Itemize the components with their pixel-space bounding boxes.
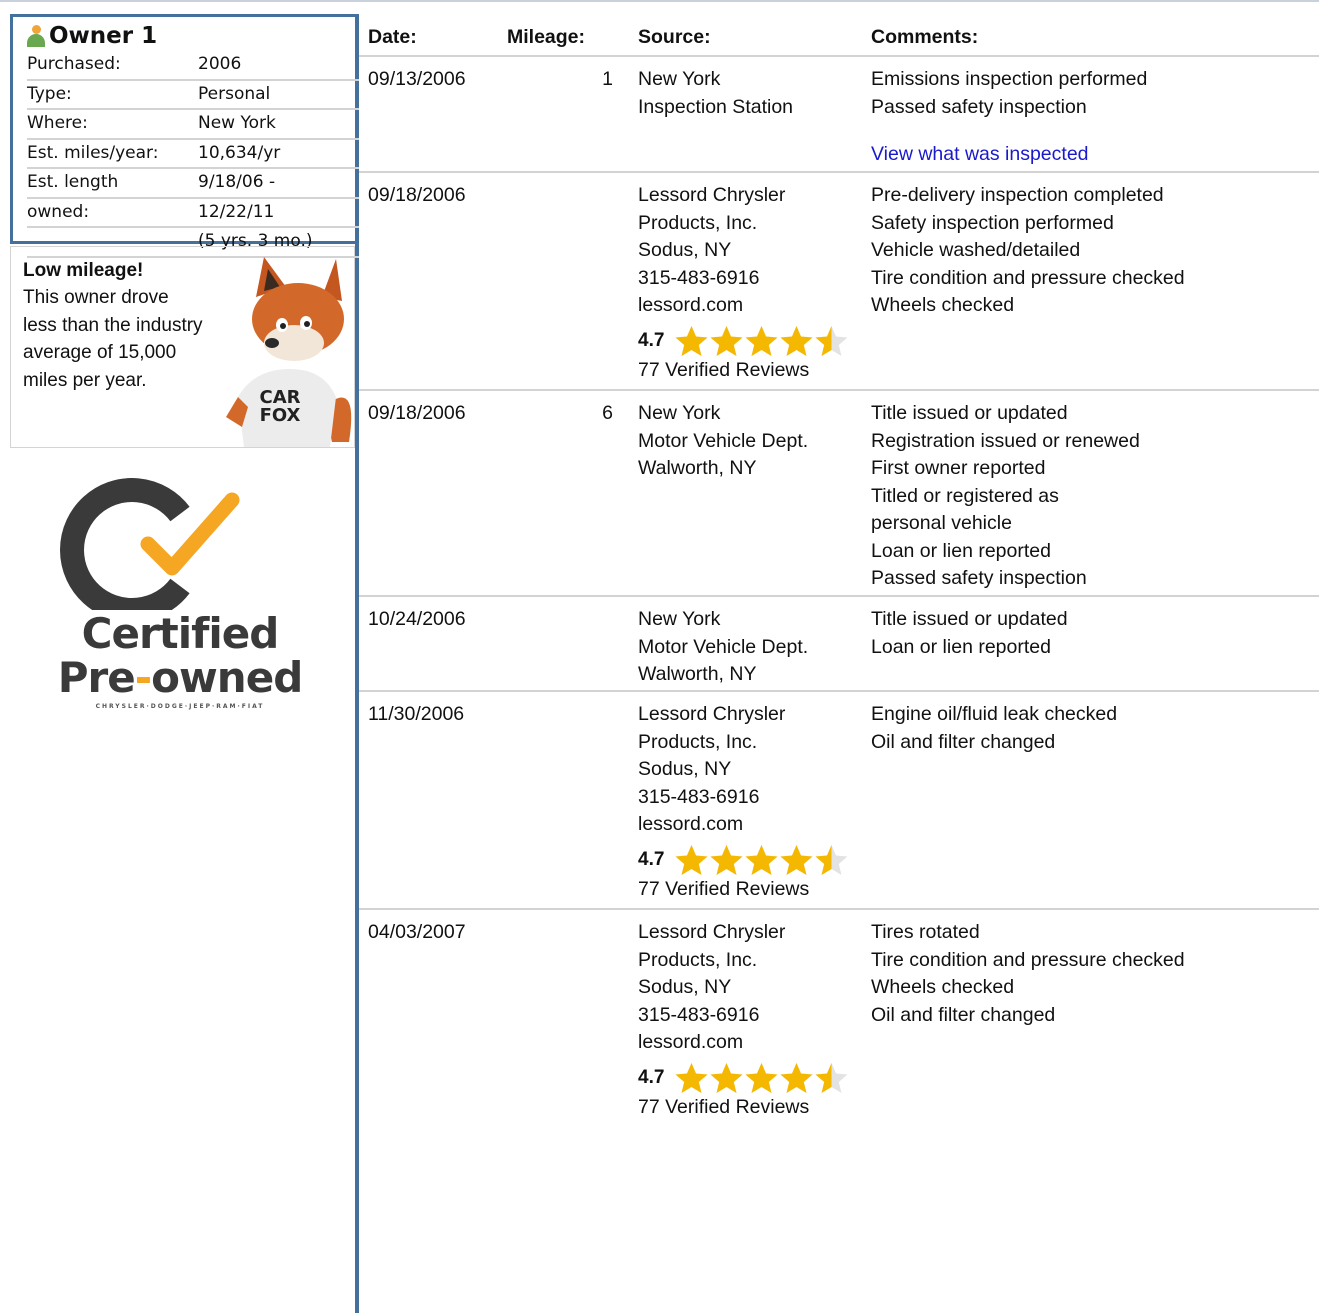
row-comments: Emissions inspection performed Passed sa… [871, 66, 1311, 169]
top-divider [0, 0, 1319, 5]
carfox-shirt-text-2: FOX [260, 405, 301, 426]
row-source: Lessord Chrysler Products, Inc. Sodus, N… [638, 182, 858, 382]
owner-info-row: Est. length 9/18/06 - [27, 169, 359, 199]
star-icon [675, 844, 708, 875]
person-icon [25, 25, 47, 47]
row-date: 11/30/2006 [368, 703, 465, 725]
table-header: Date: Mileage: Source: Comments: [359, 14, 1319, 57]
row-date: 09/18/2006 [368, 184, 466, 206]
owner-title: Owner 1 [49, 23, 158, 49]
dealer-website-link[interactable]: lessord.com [638, 292, 858, 320]
cpo-brands: CHRYSLER·DODGE·JEEP·RAM·FIAT [95, 703, 265, 710]
verified-reviews-link[interactable]: 77 Verified Reviews [638, 358, 858, 382]
dealer-website-link[interactable]: lessord.com [638, 1029, 858, 1057]
row-source: New York Motor Vehicle Dept. Walworth, N… [638, 402, 809, 479]
owner-info-row: Type: Personal [27, 81, 359, 110]
star-icon [710, 1062, 743, 1093]
header-date: Date: [368, 26, 417, 48]
row-comments: Pre-delivery inspection completed Safety… [871, 184, 1185, 316]
owner-summary: Owner 1 Purchased: 2006 Type: Personal Whe… [10, 14, 359, 258]
rating-score: 4.7 [638, 329, 665, 351]
row-comments: Engine oil/fluid leak checked Oil and fi… [871, 703, 1118, 753]
rating-score: 4.7 [638, 848, 665, 870]
header-source: Source: [638, 26, 711, 48]
certified-check-icon [60, 478, 240, 610]
table-row: 11/30/2006 Lessord Chrysler Products, In… [359, 692, 1319, 910]
star-icon [745, 325, 778, 356]
table-row: 10/24/2006 New York Motor Vehicle Dept. … [359, 597, 1319, 692]
row-mileage: 6 [602, 402, 613, 424]
row-date: 04/03/2007 [368, 921, 466, 943]
row-comments: Title issued or updated Loan or lien rep… [871, 608, 1068, 658]
table-row: 09/18/2006 Lessord Chrysler Products, In… [359, 173, 1319, 391]
star-icon [745, 1062, 778, 1093]
rating-stars [674, 1062, 849, 1094]
low-mileage-callout: Low mileage! This owner drove less than … [10, 246, 355, 448]
vehicle-history-table: Date: Mileage: Source: Comments: 09/13/2… [359, 14, 1319, 1130]
row-comments: Tires rotated Tire condition and pressur… [871, 921, 1185, 1026]
table-row: 04/03/2007 Lessord Chrysler Products, In… [359, 910, 1319, 1130]
owner-header: Owner 1 [25, 23, 359, 49]
row-source: Lessord Chrysler Products, Inc. Sodus, N… [638, 919, 858, 1119]
row-source: New York Inspection Station [638, 68, 794, 118]
star-icon [710, 844, 743, 875]
row-source: Lessord Chrysler Products, Inc. Sodus, N… [638, 701, 858, 901]
star-icon [675, 1062, 708, 1093]
owner-info-row: Purchased: 2006 [27, 51, 359, 81]
star-icon [710, 325, 743, 356]
dealer-rating[interactable]: 4.7 [638, 324, 858, 358]
table-row: 09/13/2006 1 New York Inspection Station… [359, 57, 1319, 173]
star-icon [780, 844, 813, 875]
owner-info: Purchased: 2006 Type: Personal Where: New Y… [27, 51, 359, 258]
row-comments: Title issued or updated Registration iss… [871, 402, 1140, 589]
cpo-line2: Pre-owned [57, 653, 304, 702]
header-comments: Comments: [871, 26, 979, 48]
cpo-line1: Certified [81, 609, 280, 658]
row-date: 09/18/2006 [368, 402, 466, 424]
row-date: 10/24/2006 [368, 608, 466, 630]
rating-stars [674, 325, 849, 357]
owner-info-row: Where: New York [27, 110, 359, 140]
view-inspection-link[interactable]: View what was inspected [871, 141, 1311, 169]
star-icon [675, 325, 708, 356]
table-row: 09/18/2006 6 New York Motor Vehicle Dept… [359, 391, 1319, 597]
star-icon [815, 844, 848, 875]
rating-score: 4.7 [638, 1066, 665, 1088]
row-date: 09/13/2006 [368, 68, 466, 90]
dealer-name-link[interactable]: Lessord Chrysler [638, 919, 858, 947]
star-icon [745, 844, 778, 875]
dealer-website-link[interactable]: lessord.com [638, 811, 858, 839]
verified-reviews-link[interactable]: 77 Verified Reviews [638, 1095, 858, 1119]
star-icon [815, 325, 848, 356]
star-icon [780, 325, 813, 356]
verified-reviews-link[interactable]: 77 Verified Reviews [638, 877, 858, 901]
row-mileage: 1 [602, 68, 613, 90]
dealer-name-link[interactable]: Lessord Chrysler [638, 701, 858, 729]
row-source: New York Motor Vehicle Dept. Walworth, N… [638, 608, 809, 685]
dealer-rating[interactable]: 4.7 [638, 843, 858, 877]
rating-stars [674, 844, 849, 876]
low-mileage-text: This owner drove less than the industry … [23, 287, 203, 391]
owner-info-row: owned: 12/22/11 [27, 199, 359, 228]
certified-preowned-logo: Certified Pre-owned CHRYSLER·DODGE·JEEP·… [20, 470, 340, 720]
owner-info-row: Est. miles/year: 10,634/yr [27, 140, 359, 169]
star-icon [815, 1062, 848, 1093]
header-mileage: Mileage: [507, 26, 586, 48]
star-icon [780, 1062, 813, 1093]
carfox-mascot-image: CAR FOX [226, 257, 352, 447]
dealer-name-link[interactable]: Lessord Chrysler [638, 182, 858, 210]
dealer-rating[interactable]: 4.7 [638, 1061, 858, 1095]
